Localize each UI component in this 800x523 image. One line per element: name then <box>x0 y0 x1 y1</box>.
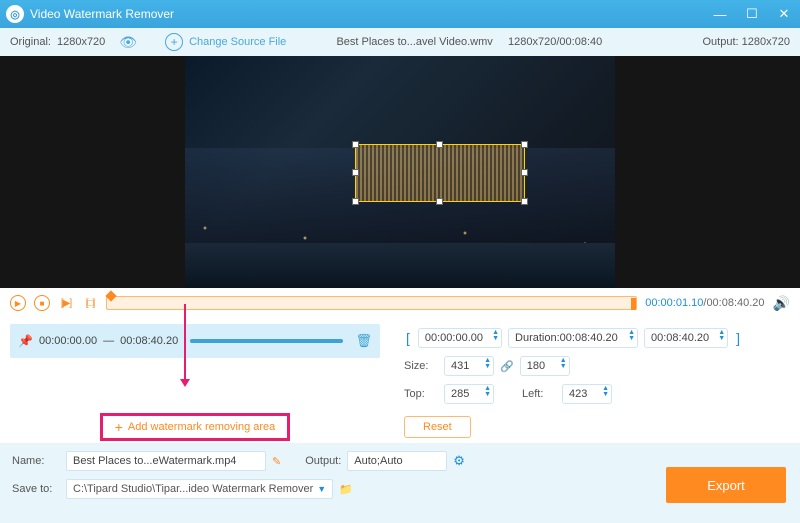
name-field[interactable]: Best Places to...eWatermark.mp4 <box>66 451 266 471</box>
plus-icon: + <box>115 419 123 435</box>
segment-track[interactable] <box>190 339 343 343</box>
segment-row[interactable]: 📌 00:00:00.00 — 00:08:40.20 🗑 <box>10 324 380 358</box>
duration-time: 00:08:40.20 <box>706 297 764 309</box>
resize-handle-tm[interactable] <box>436 141 443 148</box>
saveto-label: Save to: <box>12 483 60 495</box>
scrubber-end-handle[interactable] <box>631 298 636 310</box>
reset-button[interactable]: Reset <box>404 416 471 438</box>
resize-handle-br[interactable] <box>521 198 528 205</box>
volume-icon[interactable]: 🔊 <box>773 295 790 312</box>
output-label: Output: <box>703 36 739 48</box>
prev-frame-button[interactable]: [▶] <box>58 295 74 311</box>
watermark-selection-box[interactable] <box>355 144 525 202</box>
file-name: Best Places to...avel Video.wmv <box>336 36 492 48</box>
left-label: Left: <box>522 388 556 400</box>
video-preview[interactable] <box>0 56 800 288</box>
file-res-time: 1280x720/00:08:40 <box>508 36 602 48</box>
stop-button[interactable]: ■ <box>34 295 50 311</box>
left-field[interactable]: 423▲▼ <box>562 384 612 404</box>
pin-icon: 📌 <box>18 334 33 348</box>
resize-handle-ml[interactable] <box>352 169 359 176</box>
duration-field[interactable]: Duration:00:08:40.20▲▼ <box>508 328 638 348</box>
width-field[interactable]: 431▲▼ <box>444 356 494 376</box>
plus-circle-icon: + <box>165 33 183 51</box>
original-resolution: Original: 1280x720 👁 <box>10 34 137 51</box>
saveto-value: C:\Tipard Studio\Tipar...ideo Watermark … <box>73 483 313 495</box>
add-area-label: Add watermark removing area <box>128 421 275 433</box>
resize-handle-tl[interactable] <box>352 141 359 148</box>
segment-sep: — <box>103 335 114 347</box>
top-field[interactable]: 285▲▼ <box>444 384 494 404</box>
minimize-button[interactable]: — <box>704 0 736 28</box>
start-time-field[interactable]: 00:00:00.00▲▼ <box>418 328 502 348</box>
change-source-label: Change Source File <box>189 36 286 48</box>
end-time-field[interactable]: 00:08:40.20▲▼ <box>644 328 728 348</box>
size-label: Size: <box>404 360 438 372</box>
delete-segment-icon[interactable]: 🗑 <box>355 333 372 349</box>
link-aspect-icon[interactable]: 🔗 <box>500 360 514 373</box>
close-button[interactable]: ✕ <box>768 0 800 28</box>
video-frame <box>185 56 615 288</box>
scrubber-handle[interactable] <box>105 290 116 301</box>
set-start-icon[interactable]: [ <box>404 330 412 346</box>
current-time: 00:00:01.10 <box>645 297 703 309</box>
resize-handle-bl[interactable] <box>352 198 359 205</box>
name-label: Name: <box>12 455 60 467</box>
preview-toggle-icon[interactable]: 👁 <box>119 34 137 51</box>
controls-panel: [ 00:00:00.00▲▼ Duration:00:08:40.20▲▼ 0… <box>390 318 800 443</box>
toolbar: Original: 1280x720 👁 + Change Source Fil… <box>0 28 800 56</box>
segments-panel: 📌 00:00:00.00 — 00:08:40.20 🗑 + Add wate… <box>0 318 390 443</box>
export-button[interactable]: Export <box>666 467 786 503</box>
open-folder-icon[interactable]: 📁 <box>339 483 353 496</box>
set-end-icon[interactable]: ] <box>734 330 742 346</box>
playbar: ▶ ■ [▶] [□] 00:00:01.10/00:08:40.20 🔊 <box>0 288 800 318</box>
mid-panel: 📌 00:00:00.00 — 00:08:40.20 🗑 + Add wate… <box>0 318 800 443</box>
segment-start: 00:00:00.00 <box>39 335 97 347</box>
time-display: 00:00:01.10/00:08:40.20 <box>645 297 764 309</box>
app-logo-icon: ◎ <box>6 5 24 23</box>
output-resolution: Output: 1280x720 <box>703 36 790 48</box>
chevron-down-icon: ▼ <box>317 484 326 494</box>
bottom-bar: Name: Best Places to...eWatermark.mp4 ✎ … <box>0 443 800 523</box>
titlebar: ◎ Video Watermark Remover — ☐ ✕ <box>0 0 800 28</box>
segment-end: 00:08:40.20 <box>120 335 178 347</box>
settings-icon[interactable]: ⚙ <box>453 453 465 469</box>
file-info: Best Places to...avel Video.wmv 1280x720… <box>336 36 602 48</box>
play-button[interactable]: ▶ <box>10 295 26 311</box>
next-frame-button[interactable]: [□] <box>82 295 98 311</box>
original-label: Original: <box>10 36 51 48</box>
annotation-arrow <box>180 304 190 387</box>
output-fmt-label: Output: <box>305 455 341 467</box>
output-value: 1280x720 <box>742 36 790 48</box>
app-title: Video Watermark Remover <box>30 7 174 21</box>
resize-handle-mr[interactable] <box>521 169 528 176</box>
edit-name-icon[interactable]: ✎ <box>272 455 281 468</box>
saveto-dropdown[interactable]: C:\Tipard Studio\Tipar...ideo Watermark … <box>66 479 333 499</box>
output-fmt-field[interactable]: Auto;Auto <box>347 451 447 471</box>
resize-handle-tr[interactable] <box>521 141 528 148</box>
add-watermark-area-button[interactable]: + Add watermark removing area <box>100 413 290 441</box>
change-source-button[interactable]: + Change Source File <box>165 33 286 51</box>
original-value: 1280x720 <box>57 36 105 48</box>
top-label: Top: <box>404 388 438 400</box>
height-field[interactable]: 180▲▼ <box>520 356 570 376</box>
maximize-button[interactable]: ☐ <box>736 0 768 28</box>
resize-handle-bm[interactable] <box>436 198 443 205</box>
